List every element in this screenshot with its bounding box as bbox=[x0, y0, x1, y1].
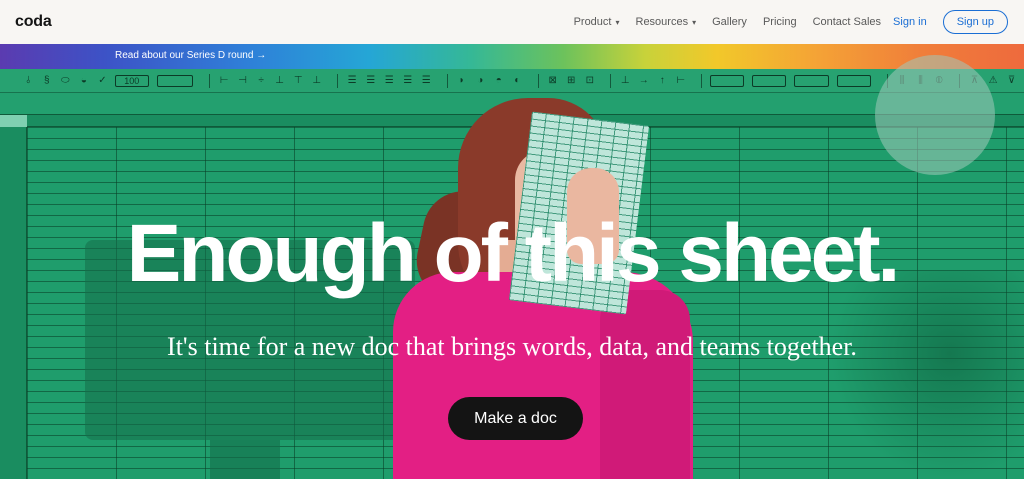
align-group-icon: ⊤ bbox=[293, 75, 303, 86]
nav-pricing[interactable]: Pricing bbox=[763, 16, 797, 28]
align-icon: ⫰ bbox=[26, 75, 31, 86]
toolbar-divider bbox=[610, 73, 611, 88]
check-icon: ✓ bbox=[98, 75, 107, 86]
coda-logo[interactable]: coda bbox=[15, 13, 52, 31]
align-group-icon: ⊣ bbox=[238, 75, 247, 86]
shape-group-icon: ◓ bbox=[495, 75, 502, 86]
make-a-doc-button[interactable]: Make a doc bbox=[448, 397, 583, 440]
grid-group-icon: ⊡ bbox=[585, 75, 594, 86]
nav-links: Product ▾ Resources ▾ Gallery Pricing Co… bbox=[558, 10, 1008, 34]
nav-resources[interactable]: Resources ▾ bbox=[636, 16, 697, 28]
sign-in-link[interactable]: Sign in bbox=[893, 16, 927, 28]
table-group-icon bbox=[794, 74, 829, 87]
font-size-select: 100 bbox=[114, 74, 149, 87]
hero-subhead: It's time for a new doc that brings word… bbox=[167, 332, 857, 361]
nav-gallery[interactable]: Gallery bbox=[712, 16, 747, 28]
align-group-icon: ⊥ bbox=[275, 75, 285, 86]
column-group-icon: ⊽ bbox=[1007, 75, 1016, 86]
sheet-corner bbox=[0, 115, 27, 127]
grid-group-icon: ⊠ bbox=[548, 75, 557, 86]
justify-group-icon: ☰ bbox=[347, 75, 357, 86]
shape-group-icon: ◑ bbox=[477, 75, 484, 86]
wall-clock-image bbox=[875, 55, 995, 175]
table-group-icon bbox=[836, 74, 871, 87]
pin-group-icon: ↑ bbox=[659, 75, 665, 86]
table-group-icon bbox=[709, 74, 745, 87]
justify-group-icon: ☰ bbox=[421, 75, 431, 86]
announcement-banner: Read about our Series D round → bbox=[0, 44, 1024, 69]
column-group-icon: ⚠ bbox=[988, 75, 998, 86]
pin-group-icon: ⊢ bbox=[676, 75, 686, 86]
sheet-toolbar: ⫰ § ⬭ ◒ ✓ 100 ⊢ ⊣ ÷ ⊥ ⊤ ⊥ ☰ ☰ ☰ ☰ ☰ ◗ ◑ … bbox=[0, 69, 1024, 93]
pin-group-icon: → bbox=[638, 75, 649, 86]
row-headers bbox=[0, 127, 27, 479]
table-group-icon bbox=[752, 74, 787, 87]
dollar-icon: § bbox=[44, 75, 50, 86]
align-group-icon: ÷ bbox=[258, 75, 264, 86]
toolbar-divider bbox=[446, 73, 448, 88]
series-d-link[interactable]: Read about our Series D round → bbox=[115, 50, 266, 61]
nav-product-label: Product bbox=[573, 16, 612, 28]
top-nav: coda Product ▾ Resources ▾ Gallery Prici… bbox=[0, 0, 1024, 44]
toolbar-divider bbox=[336, 73, 338, 88]
pink-sleeve bbox=[600, 290, 690, 479]
justify-group-icon: ☰ bbox=[403, 75, 413, 86]
chevron-down-icon: ▾ bbox=[692, 17, 697, 27]
justify-group-icon: ☰ bbox=[366, 75, 376, 86]
hero-headline: Enough of this sheet. bbox=[126, 208, 901, 299]
grid-group-icon: ⊞ bbox=[567, 75, 576, 86]
pin-group-icon: ⊥ bbox=[620, 75, 630, 86]
chevron-down-icon: ▾ bbox=[615, 17, 620, 27]
justify-group-icon: ☰ bbox=[384, 75, 394, 86]
monitor-stand-image bbox=[210, 440, 280, 479]
align-group-icon: ⊥ bbox=[312, 75, 322, 86]
wave-select-icon bbox=[156, 74, 193, 87]
toolbar-divider bbox=[701, 73, 702, 88]
nav-product[interactable]: Product ▾ bbox=[574, 16, 620, 28]
toolbar-divider bbox=[208, 73, 210, 88]
align-group-icon: ⊢ bbox=[219, 75, 229, 86]
shape-group-icon: ◐ bbox=[514, 75, 521, 86]
shape-group-icon: ◗ bbox=[458, 75, 465, 86]
plant-image bbox=[830, 270, 1024, 479]
nav-resources-label: Resources bbox=[635, 16, 689, 28]
sign-up-button[interactable]: Sign up bbox=[942, 10, 1008, 34]
pie-icon: ◒ bbox=[80, 75, 87, 86]
toolbar-divider bbox=[537, 73, 539, 88]
font-size-value: 100 bbox=[124, 75, 140, 86]
nav-contact-sales[interactable]: Contact Sales bbox=[813, 16, 881, 28]
pill-icon: ⬭ bbox=[61, 75, 70, 86]
